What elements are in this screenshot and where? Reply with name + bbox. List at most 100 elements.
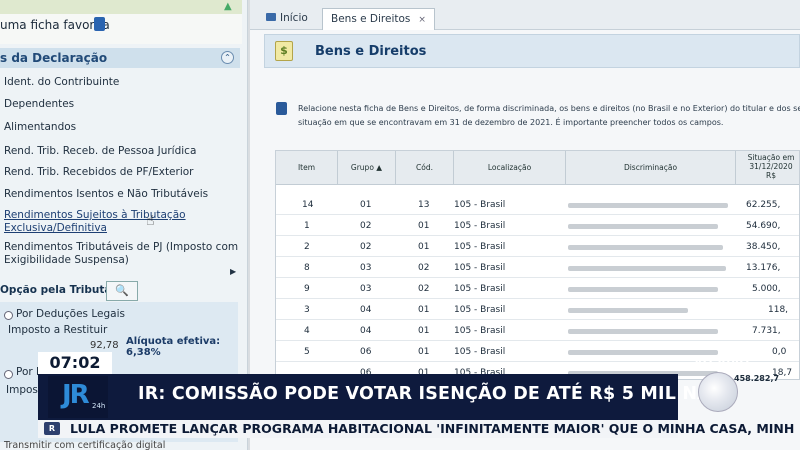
cell-valor: 38.450, — [746, 242, 781, 252]
redacted-discriminacao — [568, 329, 718, 334]
transmit-label[interactable]: Transmitir com certificação digital — [4, 440, 165, 450]
news-headline: IR: COMISSÃO PODE VOTAR ISENÇÃO DE ATÉ R… — [138, 384, 740, 404]
cell-cod: 01 — [418, 242, 430, 252]
collapse-icon[interactable]: ⌃ — [221, 51, 234, 64]
cell-item: 8 — [304, 263, 310, 273]
search-button[interactable]: 🔍 — [106, 281, 138, 301]
cell-localizacao: 105 - Brasil — [454, 200, 506, 210]
table-row[interactable]: 4 04 01 105 - Brasil 7.731, — [276, 321, 799, 341]
cell-cod: 02 — [418, 263, 430, 273]
description-line1: Relacione nesta ficha de Bens e Direitos… — [298, 104, 800, 113]
sidebar-item-alimentandos[interactable]: Alimentandos — [4, 121, 76, 134]
imposto-label: Imposto a Restituir — [8, 324, 108, 336]
table-row[interactable]: 1 02 01 105 - Brasil 54.690, — [276, 216, 799, 236]
redacted-discriminacao — [568, 287, 718, 292]
home-icon — [266, 13, 276, 21]
mouse-cursor-icon: ☝ — [146, 213, 155, 229]
sort-asc-icon: ▲ — [376, 163, 383, 172]
cell-item: 9 — [304, 284, 310, 294]
bens-icon: $ — [275, 41, 293, 61]
tab-bens-direitos[interactable]: Bens e Direitos × — [322, 8, 435, 30]
table-row[interactable]: 14 01 13 105 - Brasil 62.255, — [276, 195, 799, 215]
favorite-area: ▲ uma ficha favorita — [0, 0, 242, 44]
second-radio[interactable] — [4, 370, 13, 379]
sidebar-item-dependentes[interactable]: Dependentes — [4, 98, 74, 111]
scroll-right-icon[interactable]: ▶ — [230, 267, 236, 276]
sidebar-item-suspensa[interactable]: Rendimentos Tributáveis de PJ (Imposto c… — [4, 241, 238, 254]
cell-valor: 0,0 — [772, 347, 787, 357]
cell-localizacao: 105 - Brasil — [454, 221, 506, 231]
favorite-topbar — [0, 0, 242, 14]
redacted-discriminacao — [568, 308, 688, 313]
cell-grupo: 03 — [360, 263, 372, 273]
redacted-discriminacao — [568, 245, 723, 250]
tab-bar: Início Bens e Direitos × — [250, 0, 800, 30]
network-globe-icon — [698, 372, 738, 412]
sidebar-item-exclusiva-line2[interactable]: Exclusiva/Definitiva — [4, 222, 107, 235]
cell-grupo: 01 — [360, 200, 372, 210]
tab-inicio-label: Início — [280, 12, 308, 24]
news-ticker: LULA PROMETE LANÇAR PROGRAMA HABITACIONA… — [70, 421, 795, 436]
cell-grupo: 02 — [360, 242, 372, 252]
logo-sub: 24h — [92, 402, 106, 410]
deducoes-label: Por Deduções Legais — [16, 308, 125, 320]
sidebar-item-ident[interactable]: Ident. do Contribuinte — [4, 76, 119, 89]
page-title: Bens e Direitos — [315, 44, 427, 59]
cell-localizacao: 105 - Brasil — [454, 326, 506, 336]
cell-valor: 13.176, — [746, 263, 781, 273]
cell-item: 14 — [302, 200, 314, 210]
cell-grupo: 04 — [360, 305, 372, 315]
cell-cod: 01 — [418, 305, 430, 315]
description-line2: situação em que se encontravam em 31 de … — [298, 118, 724, 127]
cell-valor: 118, — [768, 305, 789, 315]
col-grupo[interactable]: Grupo ▲ — [338, 151, 396, 185]
section-header[interactable]: s da Declaração ⌃ — [0, 48, 240, 68]
tab-inicio[interactable]: Início — [258, 8, 316, 30]
deducoes-radio[interactable] — [4, 311, 13, 320]
imposto-value: 92,78 — [90, 340, 119, 351]
col-situacao-l2: 31/12/2020 — [749, 162, 793, 171]
sidebar-item-isentos[interactable]: Rendimentos Isentos e Não Tributáveis — [4, 188, 208, 201]
close-icon[interactable]: × — [418, 15, 426, 25]
col-situacao[interactable]: Situação em 31/12/2020 R$ — [736, 151, 799, 185]
sidebar-item-rend-pf[interactable]: Rend. Trib. Recebidos de PF/Exterior — [4, 166, 194, 179]
second-sub: Impost — [6, 384, 43, 396]
redacted-discriminacao — [568, 266, 726, 271]
col-discriminacao[interactable]: Discriminação — [566, 151, 736, 185]
sidebar-item-rend-pj[interactable]: Rend. Trib. Receb. de Pessoa Jurídica — [4, 145, 196, 158]
col-cod[interactable]: Cód. — [396, 151, 454, 185]
logo-text: JR — [62, 380, 90, 410]
cell-cod: 01 — [418, 221, 430, 231]
col-localizacao[interactable]: Localização — [454, 151, 566, 185]
cell-item: 3 — [304, 305, 310, 315]
live-label: AO VIVO — [694, 356, 750, 369]
ticker-logo-icon: R — [44, 422, 60, 435]
cell-cod: 01 — [418, 347, 430, 357]
table-row[interactable]: 9 03 02 105 - Brasil 5.000, — [276, 279, 799, 299]
collapse-up-icon[interactable]: ▲ — [224, 1, 232, 12]
cell-localizacao: 105 - Brasil — [454, 263, 506, 273]
cell-grupo: 04 — [360, 326, 372, 336]
redacted-discriminacao — [568, 203, 728, 208]
col-situacao-l3: R$ — [766, 171, 776, 180]
aliquota-label: Alíquota efetiva: 6,38% — [126, 336, 221, 358]
sidebar-item-suspensa-line2[interactable]: Exigibilidade Suspensa) — [4, 254, 129, 267]
cell-valor: 7.731, — [752, 326, 781, 336]
table-row[interactable]: 3 04 01 105 - Brasil 118, — [276, 300, 799, 320]
cell-localizacao: 105 - Brasil — [454, 242, 506, 252]
table-row[interactable]: 2 02 01 105 - Brasil 38.450, — [276, 237, 799, 257]
sidebar-item-exclusiva[interactable]: Rendimentos Sujeitos à Tributação — [4, 209, 186, 222]
cell-cod: 01 — [418, 326, 430, 336]
cell-localizacao: 105 - Brasil — [454, 347, 506, 357]
col-item[interactable]: Item — [276, 151, 338, 185]
bookmark-icon — [94, 17, 105, 31]
cell-grupo: 06 — [360, 347, 372, 357]
bens-table: Item Grupo ▲ Cód. Localização Discrimina… — [275, 150, 800, 380]
broadcast-time: 07:02 — [38, 352, 112, 374]
cell-localizacao: 105 - Brasil — [454, 305, 506, 315]
cell-grupo: 03 — [360, 284, 372, 294]
option-header: Opção pela Tributação: 🔍 — [0, 281, 240, 302]
cell-localizacao: 105 - Brasil — [454, 284, 506, 294]
table-row[interactable]: 8 03 02 105 - Brasil 13.176, — [276, 258, 799, 278]
tab-bens-label: Bens e Direitos — [331, 13, 411, 25]
